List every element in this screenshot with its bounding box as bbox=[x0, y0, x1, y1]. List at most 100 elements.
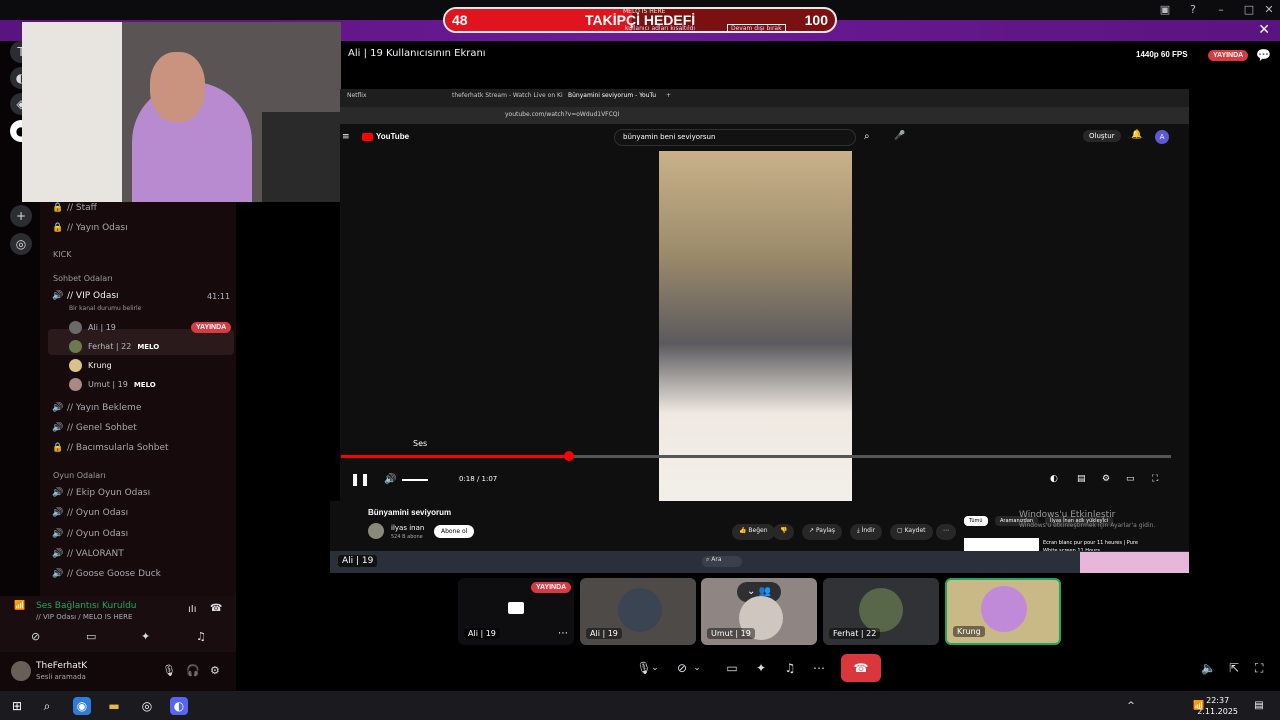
dislike-button[interactable]: 👎 bbox=[773, 524, 795, 540]
bell-icon[interactable]: 🔔 bbox=[1131, 130, 1142, 140]
activities-icon[interactable]: ✦ bbox=[141, 630, 150, 643]
explore-icon[interactable]: ◎ bbox=[10, 233, 32, 255]
chat-icon[interactable]: 💬 bbox=[1256, 48, 1271, 62]
pause-icon[interactable]: ❚❚ bbox=[350, 472, 370, 486]
tile-ferhat[interactable]: Ferhat | 22 bbox=[823, 578, 939, 645]
channel-oyun-1[interactable]: 🔊// Oyun Odası bbox=[52, 508, 128, 518]
close-icon[interactable]: ✕ bbox=[1258, 22, 1270, 38]
voice-user[interactable]: Krung bbox=[69, 359, 112, 372]
channel-valorant[interactable]: 🔊// VALORANT bbox=[52, 549, 124, 559]
voice-user[interactable]: Ali | 19 bbox=[69, 321, 116, 334]
signal-icon[interactable]: 📶 bbox=[14, 601, 25, 611]
recommendation-title[interactable]: Ecran blanc pur pour 11 heures | Pure Wh… bbox=[1043, 539, 1138, 551]
leave-call-button[interactable]: ☎ bbox=[841, 654, 881, 682]
youtube-search-input[interactable]: bünyamin beni seviyorsun bbox=[614, 129, 856, 146]
chrome-icon[interactable]: ◉ bbox=[73, 697, 91, 715]
channel-goose[interactable]: 🔊// Goose Goose Duck bbox=[52, 569, 161, 579]
camera-off-icon[interactable]: ⊘ bbox=[31, 630, 40, 643]
channel-ekip-oyun[interactable]: 🔊// Ekip Oyun Odası bbox=[52, 488, 150, 498]
mic-icon[interactable]: 🎙 bbox=[162, 664, 176, 677]
channel-yayin-bekleme[interactable]: 🔊// Yayın Bekleme bbox=[52, 403, 141, 413]
url-field[interactable]: youtube.com/watch?v=oWdud1VFCQI bbox=[505, 111, 619, 118]
account-avatar[interactable]: A bbox=[1155, 130, 1169, 144]
notifications-icon[interactable]: ▤ bbox=[1250, 697, 1268, 715]
soundboard-icon[interactable]: ♫ bbox=[776, 654, 804, 682]
new-tab-icon[interactable]: + bbox=[666, 92, 671, 99]
theater-icon[interactable]: ▭ bbox=[1126, 474, 1135, 484]
channel-yayin-odasi[interactable]: 🔒// Yayın Odası bbox=[52, 223, 128, 233]
tab-youtube[interactable]: Bünyamini seviyorum - YouTu bbox=[568, 92, 656, 99]
add-server-icon[interactable]: + bbox=[10, 205, 32, 227]
settings-icon[interactable]: ⚙ bbox=[1102, 474, 1110, 484]
banner-link[interactable]: Devam dışı bırak bbox=[727, 24, 786, 31]
minimize-icon[interactable]: – bbox=[1214, 3, 1228, 17]
tile-krung[interactable]: Krung bbox=[945, 578, 1061, 645]
video-progress-bar[interactable] bbox=[341, 451, 1171, 461]
like-button[interactable]: 👍 Beğen bbox=[732, 524, 775, 540]
tile-ali[interactable]: Ali | 19 bbox=[580, 578, 696, 645]
voice-user[interactable]: Umut | 19 MELO bbox=[69, 378, 156, 391]
settings-gear-icon[interactable]: ⚙ bbox=[210, 664, 220, 677]
search-icon[interactable]: ⌕ bbox=[38, 697, 56, 715]
recommendation-thumbnail[interactable] bbox=[964, 538, 1039, 551]
folder-icon[interactable]: ▬ bbox=[105, 697, 123, 715]
start-icon[interactable]: ⊞ bbox=[8, 697, 26, 715]
screen-share-icon[interactable]: ▭ bbox=[718, 654, 746, 682]
tile-umut[interactable]: ⌄ 👥 Umut | 19 bbox=[701, 578, 817, 645]
volume-icon[interactable]: 🔊 bbox=[384, 474, 396, 485]
video-frame[interactable] bbox=[659, 151, 852, 501]
autoplay-toggle[interactable]: ◐ bbox=[1050, 474, 1058, 484]
tab-kick[interactable]: theferhatk Stream - Watch Live on Ki bbox=[452, 92, 563, 99]
soundboard-icon[interactable]: ♫ bbox=[196, 630, 206, 643]
discord-icon[interactable]: ◐ bbox=[170, 697, 188, 715]
disconnect-icon[interactable]: ☎ bbox=[210, 603, 222, 614]
popout-icon[interactable]: ⇱ bbox=[1229, 661, 1239, 675]
channel-genel-sohbet[interactable]: 🔊// Genel Sohbet bbox=[52, 423, 137, 433]
channel-bacimsularla[interactable]: 🔒// Bacımsularla Sohbet bbox=[52, 443, 169, 453]
chevron-down-icon[interactable]: ⌄ bbox=[648, 654, 662, 682]
voice-user[interactable]: Ferhat | 22 MELO bbox=[69, 340, 159, 353]
channel-name[interactable]: ilyas inan bbox=[391, 524, 424, 532]
more-button[interactable]: ⋯ bbox=[936, 524, 956, 540]
help-icon[interactable]: ? bbox=[1186, 3, 1200, 17]
headphones-icon[interactable]: 🎧 bbox=[186, 664, 200, 677]
create-button[interactable]: Oluştur bbox=[1083, 130, 1121, 142]
share-button[interactable]: ↗ Paylaş bbox=[802, 524, 842, 540]
more-icon[interactable]: ⋯ bbox=[558, 628, 568, 639]
youtube-logo[interactable]: YouTube bbox=[376, 132, 409, 141]
category-kick[interactable]: KICK bbox=[53, 250, 71, 259]
fullscreen-icon[interactable]: ⛶ bbox=[1152, 474, 1158, 484]
close-window-icon[interactable]: ✕ bbox=[1262, 3, 1276, 17]
subscribe-button[interactable]: Abone ol bbox=[434, 525, 475, 538]
search-icon[interactable]: ⌕ bbox=[864, 131, 870, 142]
system-clock[interactable]: 22:37 2.11.2025 bbox=[1197, 695, 1238, 717]
channel-vip[interactable]: 🔊// VIP Odası bbox=[52, 291, 119, 301]
inbox-icon[interactable]: ▣ bbox=[1158, 3, 1172, 17]
tile-ali-self[interactable]: YAYINDA Ali | 19 ⋯ bbox=[458, 578, 574, 645]
sound-wave-icon[interactable]: ıIı bbox=[188, 604, 197, 615]
menu-icon[interactable]: ≡ bbox=[342, 132, 350, 142]
tab-netflix[interactable]: Netflix bbox=[347, 92, 367, 99]
volume-slider[interactable] bbox=[402, 479, 428, 481]
maximize-icon[interactable]: □ bbox=[1242, 3, 1256, 17]
chevron-down-icon[interactable]: ⌄ bbox=[690, 654, 704, 682]
chip-all[interactable]: Tümü bbox=[964, 516, 988, 526]
app-icon[interactable]: ◎ bbox=[138, 697, 156, 715]
more-icon[interactable]: ⋯ bbox=[805, 654, 833, 682]
tray-chevron-icon[interactable]: ^ bbox=[1122, 697, 1140, 715]
channel-staff[interactable]: 🔒// Staff bbox=[52, 203, 97, 213]
channel-oyun-2[interactable]: 🔊// Oyun Odası bbox=[52, 529, 128, 539]
voice-search-icon[interactable]: 🎤 bbox=[894, 131, 905, 141]
activities-icon[interactable]: ✦ bbox=[747, 654, 775, 682]
save-button[interactable]: ▢ Kaydet bbox=[890, 524, 933, 540]
channel-avatar[interactable] bbox=[368, 523, 384, 539]
category-sohbet[interactable]: Sohbet Odaları bbox=[53, 274, 113, 283]
fullscreen-icon[interactable]: ⛶ bbox=[1255, 661, 1263, 676]
avatar[interactable] bbox=[11, 661, 31, 681]
download-button[interactable]: ⤓ İndir bbox=[850, 524, 883, 540]
category-oyun[interactable]: Oyun Odaları bbox=[53, 471, 106, 480]
subtitles-icon[interactable]: ▤ bbox=[1077, 474, 1086, 484]
screen-share-icon[interactable]: ▭ bbox=[86, 630, 96, 643]
volume-icon[interactable]: 🔈 bbox=[1201, 661, 1216, 675]
vip-status[interactable]: Bir kanal durumu belirle bbox=[69, 305, 141, 312]
